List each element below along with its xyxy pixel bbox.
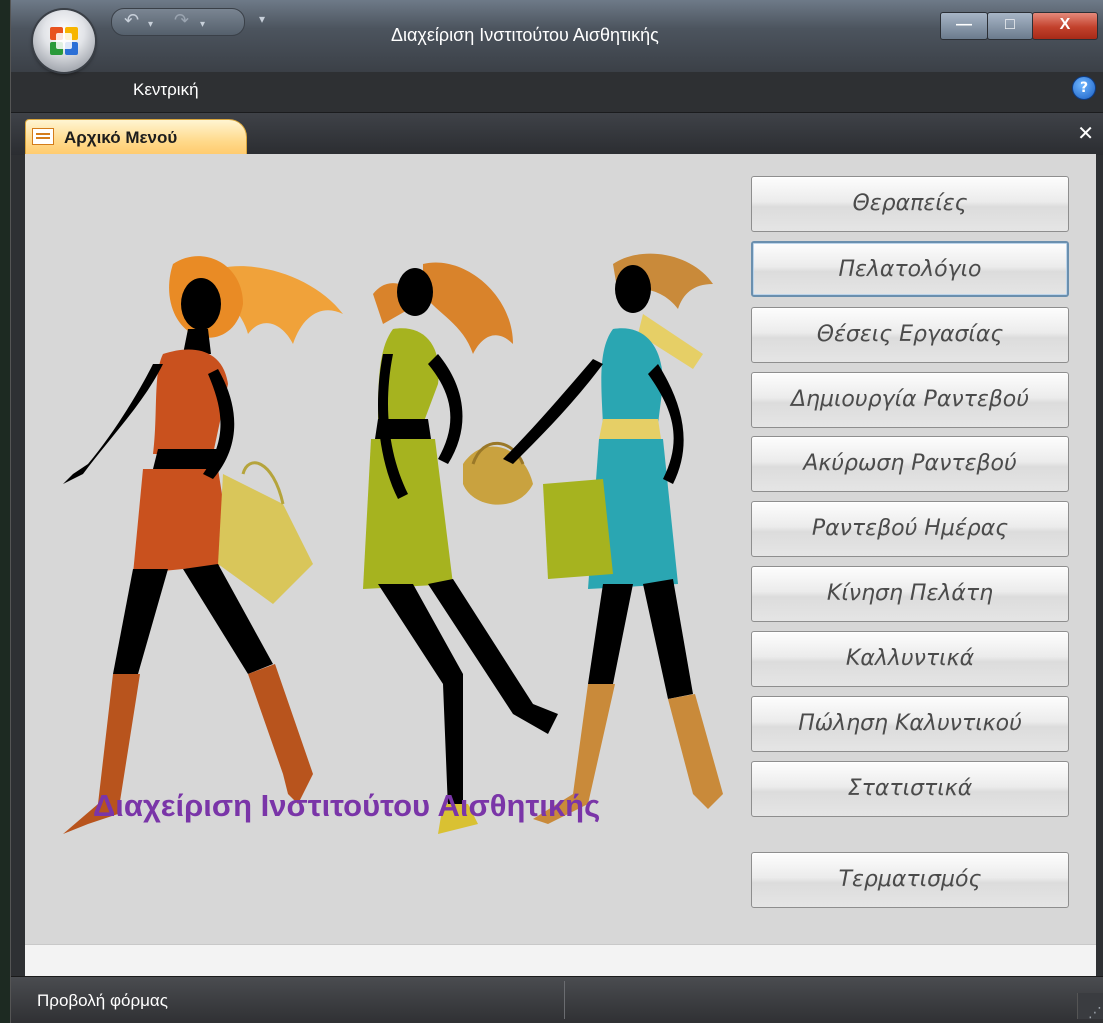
create-appointment-button[interactable]: Δημιουργία Ραντεβού bbox=[751, 372, 1069, 428]
help-icon[interactable]: ? bbox=[1072, 76, 1096, 100]
redo-icon[interactable]: ↷ bbox=[174, 11, 189, 31]
cosmetics-button[interactable]: Καλλυντικά bbox=[751, 631, 1069, 687]
workstations-button[interactable]: Θέσεις Εργασίας bbox=[751, 307, 1069, 363]
office-logo-icon bbox=[50, 27, 78, 55]
status-text: Προβολή φόρμας bbox=[37, 991, 168, 1010]
undo-dropdown-icon[interactable]: ▾ bbox=[148, 15, 153, 35]
window-title: Διαχείριση Ινστιτούτου Αισθητικής bbox=[391, 25, 659, 45]
client-activity-button[interactable]: Κίνηση Πελάτη bbox=[751, 566, 1069, 622]
woman-right-figure bbox=[503, 253, 723, 824]
office-button[interactable] bbox=[33, 10, 95, 72]
customize-toolbar-icon[interactable]: ▾ bbox=[259, 12, 265, 26]
treatments-button[interactable]: Θεραπείες bbox=[751, 176, 1069, 232]
woman-left-figure bbox=[63, 256, 343, 834]
quick-access-toolbar: ↶ ▾ ↷ ▾ bbox=[111, 8, 245, 36]
resize-grip-icon[interactable]: ⋰ bbox=[1077, 993, 1103, 1021]
document-tab-strip: Αρχικό Μενού ✕ bbox=[11, 112, 1103, 156]
status-divider bbox=[564, 981, 565, 1019]
close-window-button[interactable]: X bbox=[1032, 12, 1098, 40]
close-document-icon[interactable]: ✕ bbox=[1077, 121, 1094, 145]
cancel-appointment-button[interactable]: Ακύρωση Ραντεβού bbox=[751, 436, 1069, 492]
daily-appointments-button[interactable]: Ραντεβού Ημέρας bbox=[751, 501, 1069, 557]
tab-main-menu[interactable]: Αρχικό Μενού bbox=[25, 119, 247, 156]
tab-home[interactable]: Κεντρική bbox=[133, 80, 199, 100]
main-menu-form: Διαχείριση Ινστιτούτου Αισθητικής Θεραπε… bbox=[25, 154, 1096, 944]
exit-button[interactable]: Τερματισμός bbox=[751, 852, 1069, 908]
application-window: ↶ ▾ ↷ ▾ ▾ Διαχείριση Ινστιτούτου Αισθητι… bbox=[10, 0, 1103, 1023]
minimize-button[interactable]: — bbox=[940, 12, 988, 40]
client-list-button[interactable]: Πελατολόγιο bbox=[751, 241, 1069, 297]
status-bar: Προβολή φόρμας ⋰ bbox=[11, 976, 1103, 1023]
form-title: Διαχείριση Ινστιτούτου Αισθητικής bbox=[93, 788, 601, 823]
statistics-button[interactable]: Στατιστικά bbox=[751, 761, 1069, 817]
form-icon bbox=[32, 128, 54, 145]
walking-women-illustration bbox=[63, 253, 723, 834]
cosmetic-sale-button[interactable]: Πώληση Καλυντικού bbox=[751, 696, 1069, 752]
form-footer bbox=[25, 944, 1096, 977]
tab-label: Αρχικό Μενού bbox=[64, 128, 178, 147]
woman-middle-figure bbox=[363, 262, 558, 834]
redo-dropdown-icon[interactable]: ▾ bbox=[200, 15, 205, 35]
maximize-button[interactable]: □ bbox=[987, 12, 1033, 40]
grip-glyph: ⋰ bbox=[1088, 1005, 1102, 1021]
undo-icon[interactable]: ↶ bbox=[124, 11, 139, 31]
title-bar: ↶ ▾ ↷ ▾ ▾ Διαχείριση Ινστιτούτου Αισθητι… bbox=[11, 0, 1103, 72]
